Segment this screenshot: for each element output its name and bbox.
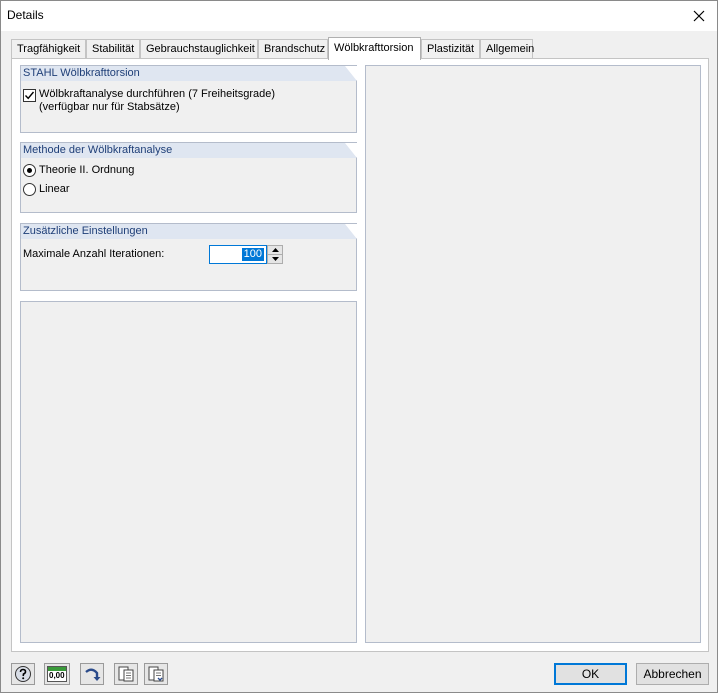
cancel-button[interactable]: Abbrechen <box>636 663 709 685</box>
tab-strip: Tragfähigkeit Stabilität Gebrauchstaugli… <box>11 37 711 60</box>
iterations-spinner[interactable]: 100 <box>209 245 283 264</box>
group-header: Zusätzliche Einstellungen <box>21 224 357 239</box>
radio-second-order[interactable]: Theorie II. Ordnung <box>23 164 134 177</box>
radio-label: Linear <box>39 183 70 195</box>
group-additional-settings: Zusätzliche Einstellungen Maximale Anzah… <box>20 223 357 291</box>
radio-button[interactable] <box>23 164 36 177</box>
tab-gebrauchstauglichkeit[interactable]: Gebrauchstauglichkeit <box>140 39 258 59</box>
details-dialog: Details Tragfähigkeit Stabilität Gebrauc… <box>0 0 718 693</box>
group-title: Zusätzliche Einstellungen <box>23 225 148 237</box>
help-button[interactable] <box>11 663 35 685</box>
group-title: Methode der Wölbkraftanalyse <box>23 144 173 156</box>
tab-brandschutz[interactable]: Brandschutz <box>258 39 328 59</box>
radio-button[interactable] <box>23 183 36 196</box>
group-steel-warping: STAHL Wölbkrafttorsion Wölbkraftanalyse … <box>20 65 357 133</box>
tab-woelbkrafttorsion[interactable]: Wölbkrafttorsion <box>328 37 421 60</box>
warping-analysis-checkbox[interactable] <box>23 89 36 102</box>
spin-up-button[interactable] <box>268 246 282 255</box>
radio-label: Theorie II. Ordnung <box>39 164 135 176</box>
triangle-up-icon <box>271 248 279 252</box>
units-icon: 0,00 <box>47 666 67 682</box>
export-icon <box>118 666 134 682</box>
spin-down-button[interactable] <box>268 255 282 263</box>
checkbox-sublabel: (verfügbar nur für Stabsätze) <box>39 101 180 113</box>
arrow-icon <box>85 668 101 681</box>
info-panel-right <box>365 65 701 643</box>
import-button[interactable] <box>144 663 168 685</box>
import-icon <box>148 666 164 682</box>
tab-stabilitaet[interactable]: Stabilität <box>86 39 140 59</box>
tab-panel: STAHL Wölbkrafttorsion Wölbkraftanalyse … <box>11 58 709 652</box>
ok-button[interactable]: OK <box>554 663 627 685</box>
dialog-footer: 0,00 OK Abbrechen <box>1 653 717 693</box>
window-title: Details <box>7 8 44 22</box>
iterations-value: 100 <box>241 248 264 261</box>
reset-button[interactable] <box>80 663 104 685</box>
close-button[interactable] <box>681 1 717 31</box>
triangle-down-icon <box>271 257 279 261</box>
units-button[interactable]: 0,00 <box>44 663 70 685</box>
radio-linear[interactable]: Linear <box>23 183 70 196</box>
group-analysis-method: Methode der Wölbkraftanalyse Theorie II.… <box>20 142 357 213</box>
close-icon <box>693 10 705 22</box>
group-header: STAHL Wölbkrafttorsion <box>21 66 357 81</box>
iterations-label: Maximale Anzahl Iterationen: <box>23 248 165 260</box>
checkmark-icon <box>24 91 35 100</box>
info-panel-left <box>20 301 357 643</box>
spinner-buttons <box>267 245 283 264</box>
tab-plastizitaet[interactable]: Plastizität <box>421 39 480 59</box>
warping-analysis-checkbox-row[interactable]: Wölbkraftanalyse durchführen (7 Freiheit… <box>23 88 275 114</box>
help-icon <box>15 666 31 682</box>
export-button[interactable] <box>114 663 138 685</box>
group-title: STAHL Wölbkrafttorsion <box>23 67 140 79</box>
iterations-input[interactable]: 100 <box>209 245 267 264</box>
checkbox-label: Wölbkraftanalyse durchführen (7 Freiheit… <box>39 88 276 100</box>
group-header: Methode der Wölbkraftanalyse <box>21 143 357 158</box>
tab-tragfaehigkeit[interactable]: Tragfähigkeit <box>11 39 86 59</box>
title-bar: Details <box>1 1 717 31</box>
tab-allgemein[interactable]: Allgemein <box>480 39 534 59</box>
